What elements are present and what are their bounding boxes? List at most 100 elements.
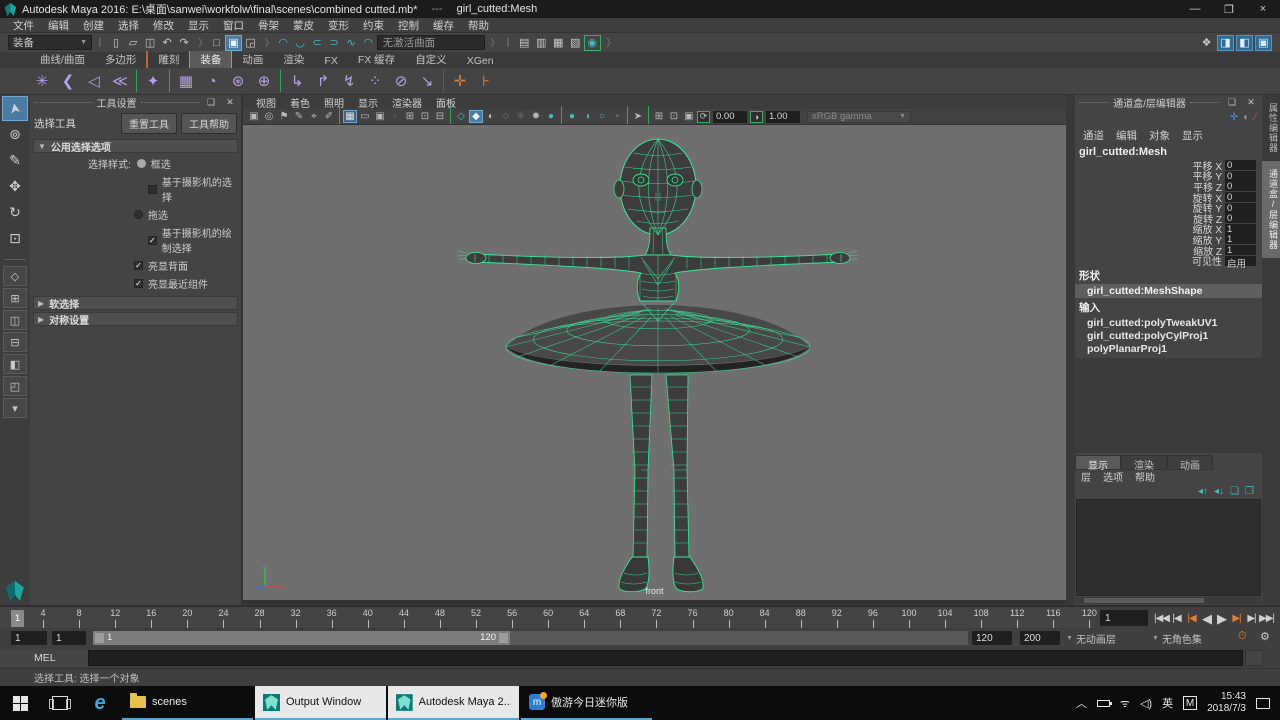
select-component-icon[interactable]: ◲ xyxy=(242,35,259,51)
channel-value-field[interactable]: 启用 xyxy=(1225,256,1256,266)
textured-icon[interactable]: ◐ xyxy=(484,110,498,123)
layout-more-icon[interactable]: ▾ xyxy=(3,398,27,418)
header-grip[interactable] xyxy=(141,102,200,103)
viewport-menu-照明[interactable]: 照明 xyxy=(317,95,351,110)
wire-on-shaded-icon[interactable]: ◌ xyxy=(499,110,513,123)
playback-range-bar[interactable]: 1 120 xyxy=(93,631,510,645)
group-divider[interactable]: ❭ xyxy=(601,37,617,48)
channel-value-field[interactable]: 0 xyxy=(1225,203,1256,213)
reset-tool-button[interactable]: 重置工具 xyxy=(121,113,177,134)
channel-value-field[interactable]: 1 xyxy=(1225,224,1256,234)
group-divider[interactable]: ❭ xyxy=(193,37,209,48)
highlight-backfaces-checkbox[interactable]: ✓ xyxy=(134,261,143,270)
layer-list[interactable] xyxy=(1076,499,1261,596)
command-line-mode[interactable]: MEL xyxy=(0,649,88,667)
shelf-tab-雕刻[interactable]: 雕刻 xyxy=(146,51,189,68)
channel-box-menu-显示[interactable]: 显示 xyxy=(1176,128,1209,143)
taskbar-item-Output Window[interactable]: Output Window xyxy=(255,686,386,720)
layer-list-scrollbar[interactable] xyxy=(1076,597,1261,604)
select-object-icon[interactable]: ▣ xyxy=(225,35,242,51)
close-panel-icon[interactable]: ✕ xyxy=(222,97,237,108)
shelf-tab-曲线/曲面[interactable]: 曲线/曲面 xyxy=(30,51,95,68)
menu-蒙皮[interactable]: 蒙皮 xyxy=(286,18,321,33)
skeleton-icon[interactable]: ⊛ xyxy=(226,69,250,93)
task-view-button[interactable] xyxy=(40,686,80,720)
default-material-icon[interactable]: ✳ xyxy=(514,110,528,123)
menu-set-selector[interactable]: 装备▼ xyxy=(8,35,92,50)
layout-two-stack-icon[interactable]: ⊟ xyxy=(3,332,27,352)
select-tool-icon[interactable]: ➤ xyxy=(2,96,28,121)
side-tab-属性编辑器[interactable]: 属性编辑器 xyxy=(1262,95,1280,161)
menu-缓存[interactable]: 缓存 xyxy=(426,18,461,33)
add-influence-icon[interactable]: ✛ xyxy=(448,69,472,93)
curve-bezier-icon[interactable]: ◁ xyxy=(82,69,106,93)
menu-创建[interactable]: 创建 xyxy=(76,18,111,33)
isolate-view-icon[interactable]: ▣ xyxy=(682,110,696,123)
paint-select-tool-icon[interactable]: ✎ xyxy=(2,148,28,173)
input-node-row[interactable]: girl_cutted:polyTweakUV1 xyxy=(1075,316,1262,329)
action-center-icon[interactable] xyxy=(1256,698,1270,709)
shelf-tab-自定义[interactable]: 自定义 xyxy=(405,51,457,68)
grease-pencil-icon[interactable]: ✐ xyxy=(322,110,336,123)
time-slider[interactable]: 4812162024283236404448525660646872768084… xyxy=(0,605,1280,628)
channel-box-menu-对象[interactable]: 对象 xyxy=(1143,128,1176,143)
play-forwards-button[interactable]: ▶ xyxy=(1214,611,1229,627)
close-button[interactable]: × xyxy=(1246,3,1280,16)
redo-icon[interactable]: ↷ xyxy=(176,35,193,51)
insert-joint-icon[interactable]: ↱ xyxy=(311,69,335,93)
rotate-tool-icon[interactable]: ↻ xyxy=(2,200,28,225)
snap-curve-icon[interactable]: ◡ xyxy=(292,35,309,51)
image-plane-icon[interactable]: ✎ xyxy=(292,110,306,123)
toggle-tool-settings-icon[interactable]: ◧ xyxy=(1236,35,1253,51)
toggle-channel-box-icon[interactable]: ▣ xyxy=(1255,35,1272,51)
shelf-tab-动画[interactable]: 动画 xyxy=(232,51,273,68)
camera-attrs-icon[interactable]: ◎ xyxy=(262,110,276,123)
viewport-menu-面板[interactable]: 面板 xyxy=(429,95,463,110)
safe-title-icon[interactable]: ⊟ xyxy=(433,110,447,123)
character-set-dropdown[interactable]: ▼无角色集 xyxy=(1152,631,1202,645)
lasso-tool-icon[interactable]: ⊚ xyxy=(2,122,28,147)
group-divider[interactable]: ❭ xyxy=(259,37,275,48)
launch-render-view-icon[interactable]: ◉ xyxy=(584,35,601,51)
mirror-joint-icon[interactable]: ↯ xyxy=(337,69,361,93)
menu-显示[interactable]: 显示 xyxy=(181,18,216,33)
go-to-end-button[interactable]: ▶▶| xyxy=(1259,613,1274,624)
layout-four-pane-icon[interactable]: ⊞ xyxy=(3,288,27,308)
header-grip[interactable] xyxy=(1190,102,1220,103)
camera-based-select-checkbox[interactable] xyxy=(148,185,157,194)
snap-grid-icon[interactable]: ◠ xyxy=(275,35,292,51)
lighting-icon[interactable]: ✸ xyxy=(529,110,543,123)
layout-outliner-persp-icon[interactable]: ◧ xyxy=(3,354,27,374)
channel-value-field[interactable]: 0 xyxy=(1225,181,1256,191)
isolate-select-icon[interactable]: ⊞ xyxy=(652,110,666,123)
current-time-field[interactable]: 1 xyxy=(1100,610,1148,626)
current-frame-marker[interactable]: 1 xyxy=(11,610,24,627)
script-editor-icon[interactable] xyxy=(1245,650,1263,666)
layer-editor-tab-动画[interactable]: 动画 xyxy=(1167,455,1213,470)
layer-editor-tab-渲染[interactable]: 渲染 xyxy=(1121,455,1167,470)
titlebar[interactable]: Autodesk Maya 2016: E:\桌面\sanwei\workfol… xyxy=(0,0,1280,18)
header-grip[interactable] xyxy=(34,102,93,103)
step-back-key-button[interactable]: |◀ xyxy=(1184,613,1199,624)
grid-toggle-icon[interactable]: ▦ xyxy=(343,110,357,123)
screen-ao-icon[interactable]: ● xyxy=(565,110,579,123)
shelf-tab-FX[interactable]: FX xyxy=(314,54,347,68)
channel-value-field[interactable]: 0 xyxy=(1225,192,1256,202)
highlight-nearest-checkbox[interactable]: ✓ xyxy=(134,279,143,288)
side-tab-通道盒/层编辑器[interactable]: 通道盒/层编辑器 xyxy=(1262,161,1280,258)
snap-point-icon[interactable]: ⊂ xyxy=(309,35,326,51)
make-live-icon[interactable]: ◠ xyxy=(360,35,377,51)
channel-box-menu-编辑[interactable]: 编辑 xyxy=(1110,128,1143,143)
header-grip[interactable] xyxy=(1079,102,1109,103)
menu-控制[interactable]: 控制 xyxy=(391,18,426,33)
step-fwd-frame-button[interactable]: ▶| xyxy=(1244,613,1259,624)
animation-start-field[interactable]: 1 xyxy=(11,631,47,645)
wifi-icon[interactable]: ᯤ xyxy=(1120,696,1130,711)
maxthon-tray-icon[interactable]: M xyxy=(1183,696,1197,710)
group-divider[interactable]: ❙ xyxy=(92,37,108,48)
move-tool-icon[interactable]: ✥ xyxy=(2,174,28,199)
layout-graph-persp-icon[interactable]: ◰ xyxy=(3,376,27,396)
viewport-select-icon[interactable]: ➤ xyxy=(631,110,645,123)
auto-keyframe-icon[interactable]: ⏱ xyxy=(1238,630,1247,643)
menu-变形[interactable]: 变形 xyxy=(321,18,356,33)
